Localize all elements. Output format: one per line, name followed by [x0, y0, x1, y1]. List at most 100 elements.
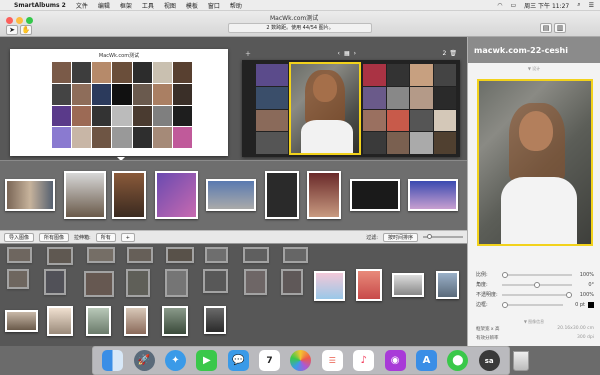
library-photo[interactable] — [127, 247, 153, 263]
selected-photo-frame[interactable] — [289, 62, 361, 155]
control-center-icon[interactable]: ☰ — [589, 2, 594, 9]
scale-slider[interactable] — [502, 271, 572, 278]
library-photo[interactable] — [47, 247, 73, 265]
album-select[interactable]: 所有图像 — [39, 232, 70, 242]
library-photo[interactable] — [205, 247, 228, 263]
opacity-slider-knob[interactable] — [566, 291, 572, 298]
menu-tools[interactable]: 工具 — [142, 1, 154, 10]
library-photo[interactable] — [47, 306, 73, 336]
library-photo[interactable] — [203, 269, 228, 293]
trash-icon[interactable] — [510, 346, 532, 374]
design-section-header[interactable]: ▼ 设计 — [468, 66, 600, 72]
library-photo[interactable] — [165, 269, 188, 297]
library-photo[interactable] — [126, 269, 150, 297]
border-slider-knob[interactable] — [502, 301, 508, 308]
library-photo[interactable] — [314, 271, 345, 301]
library-photo[interactable] — [44, 269, 66, 295]
library-photo[interactable] — [7, 269, 29, 289]
menu-view[interactable]: 视图 — [164, 1, 176, 10]
library-photo[interactable] — [7, 247, 32, 263]
library-photo[interactable] — [243, 247, 269, 263]
template-thumb[interactable] — [112, 171, 146, 219]
zoom-button[interactable] — [26, 17, 33, 24]
add-page-icon[interactable]: ＋ — [245, 49, 251, 58]
library-photo[interactable] — [283, 247, 308, 263]
library-photo[interactable] — [84, 271, 114, 297]
menu-template[interactable]: 模板 — [186, 1, 198, 10]
library-photo[interactable] — [436, 271, 459, 299]
template-thumb[interactable] — [408, 179, 458, 211]
app-menu[interactable]: SmartAlbums 2 — [14, 2, 66, 9]
resolution-label: 有效分辨率 — [476, 336, 499, 341]
hand-tool-button[interactable]: ✋ — [20, 25, 32, 35]
library-photo[interactable] — [162, 306, 188, 336]
pointer-tool-button[interactable]: ➤ — [6, 25, 18, 35]
chevron-left-icon[interactable]: ‹ — [338, 50, 340, 57]
podcasts-icon[interactable]: ◉ — [384, 350, 406, 371]
library-photo[interactable] — [356, 269, 382, 301]
clock[interactable]: 周三 下午 11:27 — [524, 1, 569, 10]
menu-frame[interactable]: 框架 — [120, 1, 132, 10]
border-slider[interactable] — [502, 301, 563, 308]
menu-window[interactable]: 窗口 — [208, 1, 220, 10]
template-thumb[interactable] — [64, 171, 106, 219]
photo-grid — [52, 62, 192, 148]
template-thumb[interactable] — [155, 171, 198, 219]
maps-icon[interactable]: ⬤ — [447, 350, 469, 371]
template-thumb[interactable] — [265, 171, 299, 219]
appstore-icon[interactable]: A — [415, 350, 437, 371]
opacity-slider[interactable] — [502, 291, 572, 298]
photo-library[interactable] — [0, 244, 467, 346]
template-filmstrip[interactable] — [0, 160, 467, 230]
menu-file[interactable]: 文件 — [76, 1, 88, 10]
messages-icon[interactable]: 💬 — [227, 350, 249, 371]
thumbnail-size-slider[interactable] — [423, 234, 463, 239]
minimize-button[interactable] — [16, 17, 23, 24]
chevron-right-icon[interactable]: › — [354, 50, 356, 57]
library-photo[interactable] — [204, 306, 226, 334]
library-photo[interactable] — [86, 306, 111, 336]
library-photo[interactable] — [392, 273, 424, 297]
library-photo[interactable] — [281, 269, 303, 295]
template-thumb[interactable] — [5, 179, 55, 211]
library-photo[interactable] — [124, 306, 148, 336]
spread-thumbnail-page-1[interactable]: MacWk.com测试 — [10, 49, 228, 156]
smartalbums-icon[interactable]: sa — [478, 350, 500, 371]
filter-select[interactable]: 按时间排序 — [382, 232, 418, 242]
info-section-header[interactable]: ▼ 图像信息 — [468, 319, 600, 325]
import-images-button[interactable]: 导入图像 — [4, 232, 35, 242]
grid-icon[interactable]: ▦ — [344, 50, 350, 57]
sort-select[interactable]: 所有 — [95, 232, 116, 242]
library-photo[interactable] — [166, 247, 194, 263]
wifi-icon[interactable]: ◠ — [497, 2, 502, 9]
template-thumb[interactable] — [206, 179, 256, 211]
angle-slider-knob[interactable] — [534, 281, 540, 288]
menu-help[interactable]: 帮助 — [230, 1, 242, 10]
library-photo[interactable] — [5, 310, 38, 332]
calendar-icon[interactable]: 7 — [259, 350, 281, 371]
template-thumb[interactable] — [350, 179, 400, 211]
inspector-toggle-button[interactable]: ▥ — [554, 23, 566, 33]
menu-edit[interactable]: 编辑 — [98, 1, 110, 10]
library-photo[interactable] — [87, 247, 115, 263]
angle-slider[interactable] — [502, 281, 572, 288]
close-button[interactable] — [6, 17, 13, 24]
safari-icon[interactable]: ✦ — [164, 350, 186, 371]
trash-page-icon[interactable]: 🗑 — [449, 50, 457, 57]
spread-page-2[interactable] — [242, 60, 460, 157]
music-icon[interactable]: ♪ — [353, 350, 375, 371]
finder-icon[interactable] — [102, 350, 124, 371]
scale-slider-knob[interactable] — [502, 271, 508, 278]
search-icon[interactable]: ⌕ — [577, 1, 580, 9]
facetime-icon[interactable]: ▶ — [196, 350, 218, 371]
battery-icon[interactable]: ▭ — [510, 2, 516, 9]
border-color-swatch[interactable] — [588, 301, 594, 308]
library-photo[interactable] — [244, 269, 267, 295]
add-filter-button[interactable]: + — [120, 232, 135, 242]
library-toggle-button[interactable]: ▤ — [540, 23, 552, 33]
reminders-icon[interactable]: ☰ — [321, 350, 343, 371]
launchpad-icon[interactable]: 🚀 — [133, 350, 155, 371]
template-thumb[interactable] — [307, 171, 341, 219]
photos-icon[interactable] — [290, 350, 312, 371]
menu-bar: SmartAlbums 2 文件 编辑 框架 工具 视图 模板 窗口 帮助 ◠ … — [0, 0, 600, 11]
